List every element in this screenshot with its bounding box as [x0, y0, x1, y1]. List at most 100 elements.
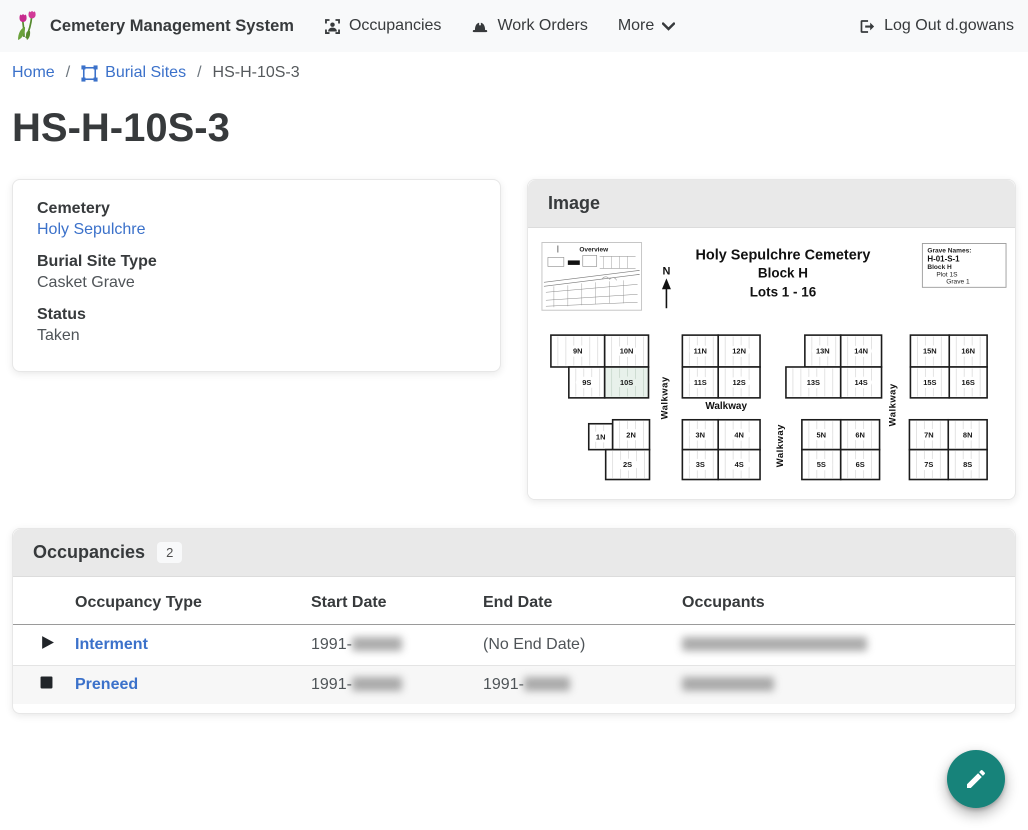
app-title: Cemetery Management System — [50, 17, 294, 36]
lot-5s: 5S — [802, 450, 841, 480]
occupancy-type-link[interactable]: Interment — [75, 636, 148, 653]
svg-text:16N: 16N — [961, 347, 975, 356]
lot-grid: 9N10N9S10S11N12N11S12S13N14N13S14S15N16N… — [551, 335, 987, 479]
svg-text:8N: 8N — [963, 430, 973, 439]
start-date-prefix: 1991- — [311, 636, 352, 653]
svg-text:Block H: Block H — [927, 264, 952, 271]
table-row: Preneed 1991- 1991- — [13, 666, 1015, 705]
svg-text:10N: 10N — [620, 347, 634, 356]
svg-text:5N: 5N — [817, 430, 827, 439]
lot-16s: 16S — [949, 367, 987, 398]
occupancies-title: Occupancies — [33, 542, 145, 563]
lot-11n: 11N — [682, 335, 718, 367]
nav-item-work-orders[interactable]: Work Orders — [471, 17, 587, 35]
lot-15s: 15S — [910, 367, 949, 398]
column-occupants: Occupants — [682, 577, 1015, 625]
lot-11s: 11S — [682, 367, 718, 398]
lot-3n: 3N — [682, 420, 718, 450]
lot-10n: 10N — [605, 335, 649, 367]
svg-text:12N: 12N — [732, 347, 746, 356]
svg-text:Walkway: Walkway — [887, 383, 898, 426]
svg-text:4N: 4N — [734, 430, 744, 439]
logout-label: Log Out d.gowans — [884, 17, 1014, 35]
svg-text:4S: 4S — [735, 460, 744, 469]
svg-text:2N: 2N — [626, 430, 636, 439]
svg-text:12S: 12S — [732, 378, 745, 387]
svg-text:H-01-S-1: H-01-S-1 — [927, 254, 960, 263]
breadcrumb: Home / Burial Sites / HS-H-10S-3 — [12, 64, 1016, 82]
redacted-start-date — [352, 637, 402, 651]
svg-text:13S: 13S — [807, 378, 820, 387]
svg-text:9N: 9N — [573, 347, 583, 356]
end-date-value: (No End Date) — [483, 636, 585, 653]
table-row: Interment 1991- (No End Date) — [13, 625, 1015, 666]
svg-text:Grave 1: Grave 1 — [946, 278, 970, 285]
start-date-prefix: 1991- — [311, 676, 352, 693]
nav-item-more[interactable]: More — [618, 17, 675, 35]
lot-6s: 6S — [841, 450, 880, 480]
cemetery-link[interactable]: Holy Sepulchre — [37, 221, 146, 238]
lot-3s: 3S — [682, 450, 718, 480]
svg-text:8S: 8S — [963, 460, 972, 469]
lot-10s: 10S — [605, 367, 649, 398]
occupancy-type-link[interactable]: Preneed — [75, 676, 138, 693]
svg-text:7S: 7S — [924, 460, 933, 469]
end-date-prefix: 1991- — [483, 676, 524, 693]
lot-9s: 9S — [569, 367, 605, 398]
image-card-header: Image — [528, 180, 1015, 228]
svg-text:3S: 3S — [696, 460, 705, 469]
breadcrumb-home-link[interactable]: Home — [12, 64, 55, 82]
svg-text:Overview: Overview — [579, 246, 609, 253]
navbar: Cemetery Management System Occupancies W… — [0, 0, 1028, 52]
logout-button[interactable]: Log Out d.gowans — [858, 17, 1014, 35]
svg-text:Grave Names:: Grave Names: — [927, 247, 971, 254]
lot-5n: 5N — [802, 420, 841, 450]
page-title: HS-H-10S-3 — [12, 104, 1016, 152]
redacted-end-date — [524, 677, 570, 691]
lot-8s: 8S — [948, 450, 987, 480]
svg-text:9S: 9S — [582, 378, 591, 387]
app-brand: Cemetery Management System — [14, 11, 294, 41]
lot-12s: 12S — [718, 367, 760, 398]
north-arrow-icon: N — [662, 265, 671, 308]
pencil-icon — [964, 767, 988, 791]
breadcrumb-separator: / — [197, 64, 201, 82]
svg-text:Lots 1 - 16: Lots 1 - 16 — [750, 284, 816, 299]
edit-fab-button[interactable] — [947, 750, 1005, 808]
overview-inset-map: Overview — [542, 242, 642, 310]
image-card: Image Overview — [527, 179, 1016, 500]
tulip-logo-icon — [14, 11, 40, 41]
svg-text:10S: 10S — [620, 378, 633, 387]
svg-text:11S: 11S — [694, 378, 707, 387]
stop-icon — [40, 676, 53, 689]
caret-down-icon — [662, 22, 675, 31]
burial-site-type-label: Burial Site Type — [37, 253, 476, 271]
lot-9n: 9N — [551, 335, 605, 367]
nav-label: Work Orders — [497, 17, 587, 35]
column-occupancy-type: Occupancy Type — [75, 577, 311, 625]
svg-text:Block H: Block H — [758, 265, 808, 280]
bounding-box-icon — [81, 65, 98, 82]
svg-text:16S: 16S — [962, 378, 975, 387]
column-end-date: End Date — [483, 577, 682, 625]
lot-1n: 1N — [589, 424, 613, 450]
occupancies-table: Occupancy Type Start Date End Date Occup… — [13, 577, 1015, 704]
nav-label: Occupancies — [349, 17, 442, 35]
svg-text:Walkway: Walkway — [659, 376, 670, 419]
table-header-row: Occupancy Type Start Date End Date Occup… — [13, 577, 1015, 625]
redacted-start-date — [352, 677, 402, 691]
cemetery-label: Cemetery — [37, 200, 476, 218]
nav-item-occupancies[interactable]: Occupancies — [324, 17, 442, 35]
person-bounding-box-icon — [324, 18, 341, 35]
lot-15n: 15N — [910, 335, 949, 367]
svg-text:14S: 14S — [854, 378, 867, 387]
hard-hat-icon — [471, 18, 489, 35]
svg-text:14N: 14N — [854, 347, 868, 356]
lot-8n: 8N — [948, 420, 987, 450]
lot-14n: 14N — [841, 335, 882, 367]
svg-text:2S: 2S — [623, 460, 632, 469]
svg-text:6S: 6S — [856, 460, 865, 469]
lot-2n: 2N — [613, 420, 650, 450]
breadcrumb-burial-sites-link[interactable]: Burial Sites — [81, 64, 186, 82]
svg-text:Holy Sepulchre Cemetery: Holy Sepulchre Cemetery — [695, 247, 870, 263]
